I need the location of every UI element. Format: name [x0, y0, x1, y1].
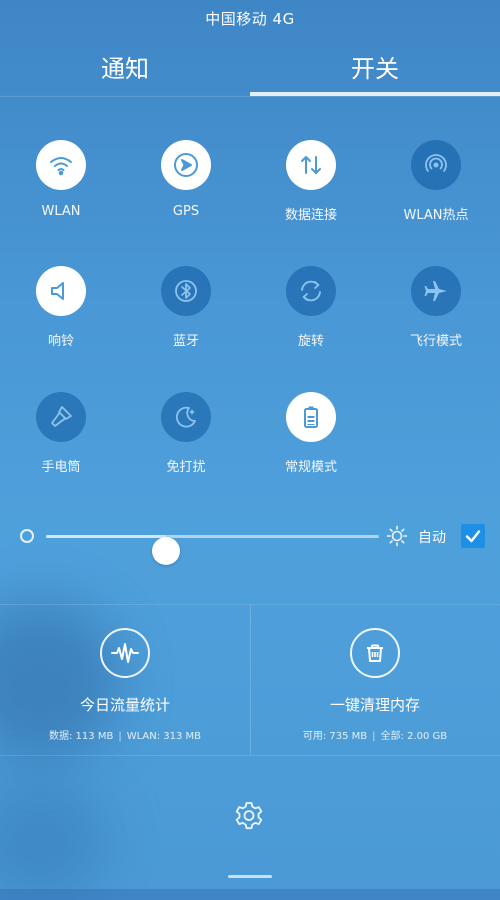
toggle-rotation-circle	[286, 266, 336, 316]
toggle-data-circle	[286, 140, 336, 190]
tab-switches-label: 开关	[351, 54, 399, 83]
toggle-flashlight-label: 手电筒	[41, 460, 81, 475]
toggle-power-mode-label: 常规模式	[284, 460, 337, 475]
brightness-slider[interactable]	[46, 535, 379, 565]
wlan-usage: WLAN: 313 MB	[126, 731, 201, 742]
gps-icon	[174, 153, 198, 177]
toggle-do-not-disturb[interactable]: 免打扰	[131, 392, 241, 475]
toggle-wlan[interactable]: WLAN	[6, 140, 116, 219]
brightness-slider-thumb[interactable]	[151, 537, 180, 565]
toggle-rotation-label: 旋转	[297, 334, 324, 349]
tab-switches[interactable]: 开关	[250, 36, 500, 96]
toggle-hotspot[interactable]: WLAN热点	[381, 140, 491, 223]
toggle-airplane-circle	[411, 266, 461, 316]
memory-icon-ring	[350, 628, 400, 678]
toggle-data-label: 数据连接	[284, 208, 337, 223]
battery-icon	[304, 406, 318, 428]
brightness-slider-fill	[46, 535, 166, 538]
toggle-hotspot-label: WLAN热点	[403, 208, 469, 223]
moon-icon	[175, 406, 196, 428]
trash-icon	[367, 644, 383, 662]
toggle-airplane-label: 飞行模式	[409, 334, 462, 349]
traffic-icon-ring	[100, 628, 150, 678]
memory-total: 全部: 2.00 GB	[380, 731, 448, 742]
toggle-bluetooth-circle	[161, 266, 211, 316]
toggle-bluetooth[interactable]: 蓝牙	[131, 266, 241, 349]
brightness-high-icon	[386, 525, 408, 547]
bluetooth-icon	[175, 280, 197, 302]
rotation-icon	[301, 280, 321, 302]
memory-clean-title: 一键清理内存	[329, 696, 420, 714]
flashlight-icon	[51, 406, 72, 427]
brightness-control: 自动	[0, 520, 500, 565]
waveform-icon	[111, 643, 139, 663]
separator: |	[372, 731, 376, 742]
toggle-hotspot-circle	[411, 140, 461, 190]
auto-brightness-label: 自动	[418, 530, 446, 546]
tab-bar: 通知 开关	[0, 36, 500, 96]
carrier-label: 中国移动 4G	[205, 9, 295, 28]
airplane-icon	[424, 281, 447, 301]
toggle-flashlight[interactable]: 手电筒	[6, 392, 116, 475]
traffic-stats-card[interactable]: 今日流量统计 数据: 113 MB | WLAN: 313 MB	[0, 605, 250, 755]
toggle-bluetooth-label: 蓝牙	[172, 334, 199, 349]
memory-detail: 可用: 735 MB | 全部: 2.00 GB	[303, 727, 447, 742]
memory-clean-card[interactable]: 一键清理内存 可用: 735 MB | 全部: 2.00 GB	[250, 605, 500, 755]
toggle-power-mode-circle	[286, 392, 336, 442]
toggle-gps-label: GPS	[172, 204, 200, 219]
toggle-wlan-label: WLAN	[41, 204, 81, 219]
hotspot-icon	[425, 154, 447, 172]
shortcut-cards: 今日流量统计 数据: 113 MB | WLAN: 313 MB 一键清理内存 可用…	[0, 604, 500, 756]
toggle-wlan-circle	[36, 140, 86, 190]
status-bar: 中国移动 4G	[0, 0, 500, 36]
traffic-stats-detail: 数据: 113 MB | WLAN: 313 MB	[49, 727, 201, 742]
wifi-icon	[50, 157, 72, 176]
brightness-low-icon	[20, 529, 34, 543]
tab-notifications-label: 通知	[101, 54, 149, 83]
toggle-dnd-label: 免打扰	[166, 460, 206, 475]
toggle-dnd-circle	[161, 392, 211, 442]
toggle-ring[interactable]: 响铃	[6, 266, 116, 349]
tab-notifications[interactable]: 通知	[0, 36, 250, 96]
auto-brightness-checkbox[interactable]	[461, 524, 485, 548]
toggle-gps-circle	[161, 140, 211, 190]
separator: |	[118, 731, 122, 742]
toggle-data-connection[interactable]: 数据连接	[256, 140, 366, 223]
memory-available: 可用: 735 MB	[302, 731, 368, 742]
toggle-ring-circle	[36, 266, 86, 316]
settings-gear-icon[interactable]	[233, 800, 265, 832]
data-connection-icon	[301, 156, 321, 174]
tab-divider	[0, 96, 500, 97]
mobile-data-usage: 数据: 113 MB	[49, 731, 114, 742]
checkmark-icon	[465, 530, 481, 543]
toggle-flashlight-circle	[36, 392, 86, 442]
toggle-power-mode[interactable]: 常规模式	[256, 392, 366, 475]
background-blur	[0, 780, 110, 900]
traffic-stats-title: 今日流量统计	[79, 696, 170, 714]
toggle-airplane[interactable]: 飞行模式	[381, 266, 491, 349]
toggle-ring-label: 响铃	[47, 334, 74, 349]
toggle-rotation[interactable]: 旋转	[256, 266, 366, 349]
toggle-gps[interactable]: GPS	[131, 140, 241, 219]
drag-handle[interactable]	[228, 875, 272, 878]
speaker-icon	[51, 282, 64, 300]
